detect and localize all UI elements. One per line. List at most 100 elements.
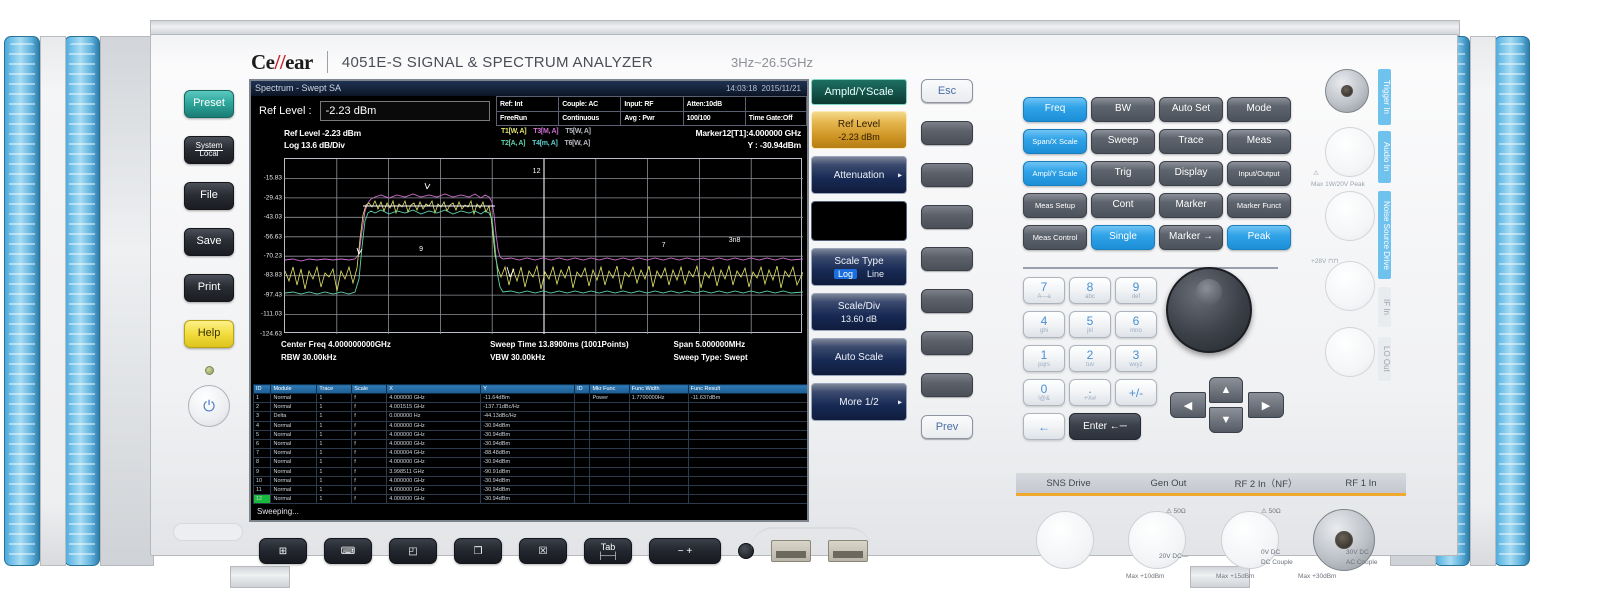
arrow-right-button[interactable]: ▶: [1248, 392, 1284, 418]
screenshot-icon[interactable]: ◰: [389, 538, 437, 564]
fnkey-label: Display: [1174, 167, 1208, 179]
marker-table-body[interactable]: 1 Normal 1 f 4.000000 GHz -11.64dBm Power 1.770…: [252, 392, 807, 505]
file-button[interactable]: File: [184, 182, 234, 210]
arrow-up-button[interactable]: ▲: [1209, 377, 1243, 403]
fnkey-display[interactable]: Display: [1159, 161, 1223, 186]
noise-source-drive-connector[interactable]: [1325, 191, 1375, 241]
window-icon[interactable]: ❐: [454, 538, 502, 564]
table-row[interactable]: 2 Normal 1 f 4.001515 GHz -137.71dBc/Hz: [252, 402, 807, 413]
fnkey-meas[interactable]: Meas: [1227, 129, 1291, 154]
display-screen[interactable]: Spectrum - Swept SA 14:03:18 2015/11/21 …: [249, 79, 809, 522]
fnkey-label: Auto Set: [1171, 103, 1211, 115]
table-row[interactable]: 10 Normal 1 f 4.000000 GHz -30.94dBm: [252, 475, 807, 486]
marker-table[interactable]: ID Module Trace Scale X Y ID Mkr Func Func Width…: [252, 384, 807, 505]
tab-key[interactable]: Tab ├──┤: [584, 538, 632, 564]
table-row[interactable]: 5 Normal 1 f 4.000000 GHz -30.94dBm: [252, 429, 807, 440]
fnkey-span-x-scale[interactable]: Span/X Scale: [1023, 129, 1087, 154]
table-row[interactable]: 8 Normal 1 f 4.000000 GHz -30.94dBm: [252, 457, 807, 468]
keyboard-icon[interactable]: ⌨: [324, 538, 372, 564]
table-row[interactable]: 3 Delta 1 f 0.000000 Hz -44.13dBc/Hz: [252, 411, 807, 422]
esc-button[interactable]: Esc: [921, 79, 973, 103]
softkey-ref-level[interactable]: Ref Level -2.23 dBm: [811, 111, 907, 149]
table-row[interactable]: 4 Normal 1 f 4.000000 GHz -30.94dBm: [252, 420, 807, 431]
softkey-hw-2[interactable]: [921, 163, 973, 187]
status-cell-1: Couple: AC: [558, 96, 621, 111]
fnkey-single[interactable]: Single: [1091, 225, 1155, 250]
softkey-hw-6[interactable]: [921, 331, 973, 355]
softkey-hw-7[interactable]: [921, 373, 973, 397]
fnkey-marker-[interactable]: Marker →: [1159, 225, 1223, 250]
fnkey-sweep[interactable]: Sweep: [1091, 129, 1155, 154]
gen-out-connector[interactable]: [1128, 511, 1186, 569]
arrow-left-button[interactable]: ◀: [1170, 392, 1206, 418]
fnkey-freq[interactable]: Freq: [1023, 97, 1087, 122]
fnkey-mode[interactable]: Mode: [1227, 97, 1291, 122]
keypad-key-2[interactable]: 2 tuv: [1069, 345, 1111, 372]
softkey-more-1-2[interactable]: More 1/2 ▸: [811, 383, 907, 421]
sns-drive-connector[interactable]: [1036, 511, 1094, 569]
fnkey-auto-set[interactable]: Auto Set: [1159, 97, 1223, 122]
table-row[interactable]: 1 Normal 1 f 4.000000 GHz -11.64dBm Power 1.770…: [252, 392, 807, 404]
softkey-label: Attenuation: [833, 169, 885, 181]
fnkey-trace[interactable]: Trace: [1159, 129, 1223, 154]
softkey-hw-1[interactable]: [921, 121, 973, 145]
keypad-key-1[interactable]: 1 pqrs: [1023, 345, 1065, 372]
keypad-key-9[interactable]: 9 def: [1115, 277, 1157, 304]
fnkey-input-output[interactable]: Input/Output: [1227, 161, 1291, 186]
arrow-down-button[interactable]: ▼: [1209, 407, 1243, 433]
close-window-icon[interactable]: ☒: [519, 538, 567, 564]
keypad-key-6[interactable]: 6 mno: [1115, 311, 1157, 338]
system-local-button[interactable]: System Local: [184, 136, 234, 164]
rotary-knob[interactable]: [1166, 267, 1252, 353]
preset-button[interactable]: Preset: [184, 90, 234, 118]
keypad-key-8[interactable]: 8 abc: [1069, 277, 1111, 304]
keypad-key-0[interactable]: 0 !@&: [1023, 379, 1065, 406]
fnkey-trig[interactable]: Trig: [1091, 161, 1155, 186]
table-row[interactable]: 11 Normal 1 f 4.000000 GHz -30.94dBm: [252, 484, 807, 496]
help-button[interactable]: Help: [184, 320, 234, 348]
softkey-options[interactable]: Log Line: [833, 268, 884, 279]
lo-out-connector[interactable]: [1325, 327, 1375, 377]
backspace-key[interactable]: ←: [1023, 413, 1065, 440]
softkey-attenuation[interactable]: Attenuation ▸: [811, 156, 907, 194]
print-button[interactable]: Print: [184, 274, 234, 302]
scale-option-line[interactable]: Line: [867, 269, 884, 279]
softkey-hw-5[interactable]: [921, 289, 973, 313]
windows-icon[interactable]: ⊞: [259, 538, 307, 564]
softkey-auto-scale[interactable]: Auto Scale: [811, 338, 907, 376]
softkey-blank-2[interactable]: [811, 201, 907, 241]
audio-in-connector[interactable]: [1325, 127, 1375, 177]
softkey-hw-3[interactable]: [921, 205, 973, 229]
keypad-key-[interactable]: +/-: [1115, 379, 1157, 406]
fnkey-meas-setup[interactable]: Meas Setup: [1023, 193, 1087, 218]
table-row[interactable]: 12 Normal 1 f 4.000000 GHz -30.94dBm: [252, 494, 807, 505]
fnkey-bw[interactable]: BW: [1091, 97, 1155, 122]
keypad-key-[interactable]: . +%#: [1069, 379, 1111, 406]
keypad-key-5[interactable]: 5 jkl: [1069, 311, 1111, 338]
spectrum-plot[interactable]: -15.83 -29.43 -43.03 -56.63 -70.23 -83.83 -97.…: [260, 158, 803, 337]
enter-key[interactable]: Enter ←─: [1069, 413, 1141, 440]
softkey-hw-4[interactable]: [921, 247, 973, 271]
prev-button[interactable]: Prev: [921, 415, 973, 439]
if-in-connector[interactable]: [1325, 261, 1375, 311]
fnkey-marker-funct[interactable]: Marker Funct: [1227, 193, 1291, 218]
keypad-key-3[interactable]: 3 wxyz: [1115, 345, 1157, 372]
fnkey-meas-control[interactable]: Meas Control: [1023, 225, 1087, 250]
fnkey-marker[interactable]: Marker: [1159, 193, 1223, 218]
keypad-key-4[interactable]: 4 ghi: [1023, 311, 1065, 338]
table-row[interactable]: 9 Normal 1 f 3.998511 GHz -90.91dBm: [252, 466, 807, 477]
power-button[interactable]: ⏻: [188, 385, 230, 427]
table-row[interactable]: 7 Normal 1 f 4.000004 GHz -88.48dBm: [252, 448, 807, 459]
table-row[interactable]: 6 Normal 1 f 4.000000 GHz -30.94dBm: [252, 438, 807, 450]
fnkey-peak[interactable]: Peak: [1227, 225, 1291, 250]
save-button[interactable]: Save: [184, 228, 234, 256]
softkey-scale-div[interactable]: Scale/Div 13.60 dB: [811, 293, 907, 331]
softkey-scale-type[interactable]: Scale Type Log Line: [811, 248, 907, 286]
fnkey-ampl-y-scale[interactable]: Ampl/Y Scale: [1023, 161, 1087, 186]
reflevel-input[interactable]: -2.23 dBm: [319, 101, 490, 121]
fnkey-cont[interactable]: Cont: [1091, 193, 1155, 218]
keypad-key-7[interactable]: 7 A—a: [1023, 277, 1065, 304]
volume-keys[interactable]: − +: [649, 538, 721, 564]
scale-option-log[interactable]: Log: [833, 268, 857, 279]
trigger-in-bnc[interactable]: [1325, 69, 1369, 113]
